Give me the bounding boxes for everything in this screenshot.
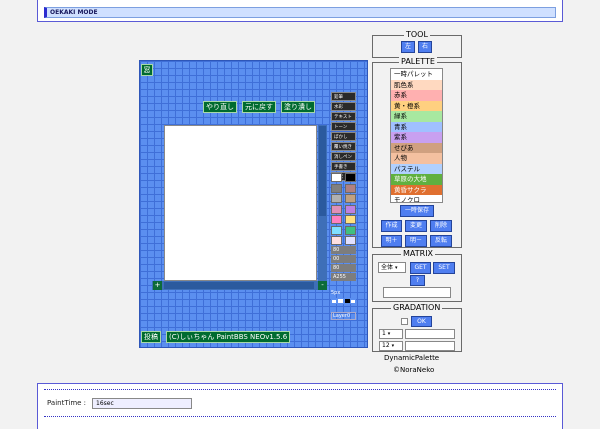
window-button[interactable]: 窓 bbox=[141, 64, 153, 76]
blue-value[interactable]: 80 bbox=[331, 264, 356, 272]
color-swatch[interactable] bbox=[345, 215, 356, 224]
tool-freehand[interactable]: 手書き bbox=[331, 162, 356, 171]
matrix-select[interactable]: 全体 ▾ bbox=[378, 262, 406, 273]
palette-item[interactable]: 紫系 bbox=[391, 132, 442, 143]
green-value[interactable]: 00 bbox=[331, 255, 356, 263]
tool-right-button[interactable]: 右 bbox=[418, 41, 432, 53]
chevron-down-icon: ▾ bbox=[394, 265, 398, 271]
brush-size-selector[interactable] bbox=[331, 298, 356, 304]
dynamic-palette-title: DynamicPalette bbox=[384, 354, 440, 362]
matrix-text-field[interactable] bbox=[383, 287, 451, 298]
matrix-legend: MATRIX bbox=[401, 249, 436, 258]
paint-time-label: PaintTime : bbox=[47, 399, 87, 407]
horizontal-scroll-thumb[interactable] bbox=[164, 282, 314, 289]
palette-list[interactable]: 一時パレット 肌色系 赤系 黄・橙系 緑系 青系 紫系 せぴあ 人物 パステル 草原の大地 黄昏サクラ… bbox=[390, 68, 443, 203]
color-swatch[interactable] bbox=[331, 215, 342, 224]
palette-item[interactable]: 一時パレット bbox=[391, 69, 442, 80]
color-swatch[interactable] bbox=[331, 194, 342, 203]
palette-invert-button[interactable]: 反転 bbox=[430, 235, 452, 247]
gradation-select-1[interactable]: 1 ▾ bbox=[379, 329, 403, 339]
gradation-color-1[interactable] bbox=[405, 329, 455, 339]
palette-brighter-button[interactable]: 明＋ bbox=[381, 235, 402, 247]
tool-pencil[interactable]: 鉛筆 bbox=[331, 92, 356, 101]
tool-legend: TOOL bbox=[404, 30, 430, 39]
gradation-legend: GRADATION bbox=[391, 303, 443, 312]
post-button[interactable]: 投稿 bbox=[141, 331, 161, 343]
palette-item[interactable]: 草原の大地 bbox=[391, 174, 442, 185]
palette-darker-button[interactable]: 明－ bbox=[405, 235, 427, 247]
vertical-scroll-thumb[interactable] bbox=[319, 126, 326, 216]
tool-dodge[interactable]: 覆い焼き bbox=[331, 142, 356, 151]
alpha-value[interactable]: A255 bbox=[331, 273, 356, 281]
undo-button[interactable]: やり直し bbox=[203, 101, 237, 113]
drawing-canvas[interactable] bbox=[164, 125, 317, 281]
tool-eraser[interactable]: 消しペン bbox=[331, 152, 356, 161]
gradation-ok-button[interactable]: OK bbox=[411, 316, 432, 327]
dynamic-palette-copyright: ©NoraNeko bbox=[393, 366, 435, 374]
zoom-out-button[interactable]: - bbox=[318, 281, 327, 290]
palette-item[interactable]: せぴあ bbox=[391, 142, 442, 153]
palette-item[interactable]: 黄・橙系 bbox=[391, 100, 442, 111]
red-value[interactable]: 80 bbox=[331, 246, 356, 254]
footer-divider-bottom bbox=[44, 416, 556, 417]
gradation-checkbox[interactable] bbox=[401, 318, 408, 325]
palette-item[interactable]: 青系 bbox=[391, 121, 442, 132]
palette-item[interactable]: 緑系 bbox=[391, 111, 442, 122]
color-swatch[interactable] bbox=[331, 173, 342, 182]
color-swatch[interactable] bbox=[345, 173, 356, 182]
palette-create-button[interactable]: 作成 bbox=[381, 220, 402, 232]
tool-tone[interactable]: トーン bbox=[331, 122, 356, 131]
tool-blur[interactable]: ぼかし bbox=[331, 132, 356, 141]
brush-size-label: 5px bbox=[331, 290, 341, 296]
credit-label: (C)しぃちゃん PaintBBS NEOv1.5.6 bbox=[166, 331, 291, 343]
color-swatch[interactable] bbox=[345, 236, 356, 245]
palette-legend: PALETTE bbox=[399, 57, 437, 66]
color-swatch[interactable] bbox=[331, 204, 342, 214]
palette-item[interactable]: 肌色系 bbox=[391, 79, 442, 90]
palette-change-button[interactable]: 変更 bbox=[405, 220, 427, 232]
tool-left-button[interactable]: 左 bbox=[401, 41, 415, 53]
gradation-color-2[interactable] bbox=[405, 341, 455, 351]
color-swatch[interactable] bbox=[331, 183, 342, 193]
layer-selector[interactable]: Layer0 bbox=[331, 312, 356, 320]
footer-divider-top bbox=[44, 389, 556, 390]
color-swatch[interactable] bbox=[345, 183, 356, 193]
color-swatch[interactable] bbox=[345, 194, 356, 203]
palette-item[interactable]: 黄昏サクラ bbox=[391, 184, 442, 195]
matrix-set-button[interactable]: SET bbox=[433, 262, 455, 274]
tool-watercolor[interactable]: 水彩 bbox=[331, 102, 356, 111]
palette-item[interactable]: モノクロ bbox=[391, 195, 442, 202]
paint-time-field: 16sec bbox=[92, 398, 192, 409]
color-swatch[interactable] bbox=[345, 225, 356, 235]
palette-save-button[interactable]: 一時保存 bbox=[400, 205, 434, 217]
tool-text[interactable]: テキスト bbox=[331, 112, 356, 121]
redo-button[interactable]: 元に戻す bbox=[242, 101, 276, 113]
palette-delete-button[interactable]: 削除 bbox=[430, 220, 452, 232]
color-swatch[interactable] bbox=[331, 225, 342, 235]
color-swatch[interactable] bbox=[331, 236, 342, 245]
matrix-help-button[interactable]: ? bbox=[410, 275, 425, 286]
color-swatch[interactable] bbox=[345, 204, 356, 214]
palette-item[interactable]: パステル bbox=[391, 163, 442, 174]
fill-button[interactable]: 塗り潰し bbox=[281, 101, 315, 113]
palette-item[interactable]: 赤系 bbox=[391, 90, 442, 101]
matrix-get-button[interactable]: GET bbox=[410, 262, 431, 274]
mode-title: OEKAKI MODE bbox=[44, 7, 556, 18]
chevron-down-icon: ▾ bbox=[391, 343, 395, 349]
gradation-select-2[interactable]: 12 ▾ bbox=[379, 341, 403, 351]
palette-item[interactable]: 人物 bbox=[391, 153, 442, 164]
zoom-in-button[interactable]: + bbox=[153, 281, 162, 290]
chevron-down-icon: ▾ bbox=[387, 331, 391, 337]
